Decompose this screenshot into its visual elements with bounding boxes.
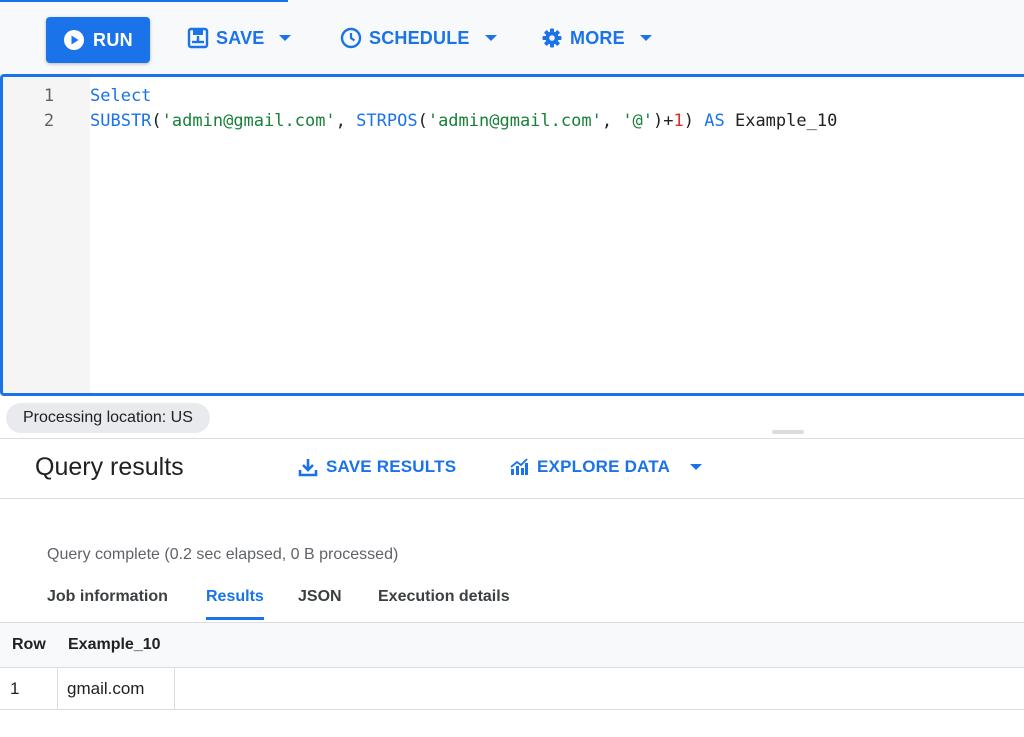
tab-json[interactable]: JSON (298, 588, 342, 606)
code-token-kw: SUBSTR (90, 111, 152, 131)
chevron-down-icon (484, 35, 497, 41)
code-token-plain: ( (417, 111, 428, 131)
query-status: Query complete (0.2 sec elapsed, 0 B pro… (47, 546, 399, 563)
code-line[interactable]: SUBSTR('admin@gmail.com', STRPOS('admin@… (90, 108, 837, 134)
column-separator (57, 668, 58, 709)
results-title: Query results (35, 453, 184, 481)
explore-chart-icon (509, 457, 529, 477)
code-line[interactable]: Select (90, 83, 151, 109)
line-number: 2 (43, 111, 55, 131)
code-token-plain: Example_10 (724, 111, 838, 131)
more-button[interactable]: MORE (541, 22, 652, 54)
save-label: SAVE (216, 27, 265, 48)
resize-handle[interactable] (772, 430, 804, 434)
tab-execution-details[interactable]: Execution details (378, 588, 510, 606)
table-cell-example-10[interactable]: gmail.com (67, 679, 144, 699)
divider (0, 438, 1024, 439)
schedule-label: SCHEDULE (369, 27, 470, 48)
code-token-kw: STRPOS (356, 111, 418, 131)
chevron-down-icon (279, 35, 292, 41)
code-token-str: 'admin@gmail.com' (427, 111, 602, 131)
more-label: MORE (570, 27, 625, 48)
column-header-example-10: Example_10 (68, 636, 161, 653)
code-token-plain: ( (151, 111, 162, 131)
code-token-str: 'admin@gmail.com' (161, 111, 336, 131)
column-separator (174, 668, 175, 709)
code-token-plain: , (601, 111, 623, 131)
explore-data-label: EXPLORE DATA (537, 457, 671, 476)
divider (0, 498, 1024, 499)
column-header-row: Row (12, 636, 46, 653)
query-toolbar: RUN SAVE SCHEDULE MORE (0, 0, 1024, 76)
save-button[interactable]: SAVE (187, 22, 292, 54)
tab-results[interactable]: Results (206, 588, 264, 606)
table-cell-row-number: 1 (10, 679, 20, 698)
gear-icon (541, 27, 563, 49)
code-token-num: 1 (673, 111, 684, 131)
explore-data-button[interactable]: EXPLORE DATA (509, 457, 703, 477)
schedule-button[interactable]: SCHEDULE (340, 22, 497, 54)
save-results-label: SAVE RESULTS (326, 457, 457, 476)
code-token-plain: ) (683, 111, 705, 131)
code-token-plain: )+ (653, 111, 674, 131)
code-token-kw: AS (704, 111, 725, 131)
processing-location-chip: Processing location: US (6, 403, 210, 433)
table-row-divider (0, 709, 1024, 710)
play-circle-icon (63, 29, 85, 51)
line-number: 1 (43, 86, 55, 106)
code-token-str: '@' (622, 111, 654, 131)
active-tab-indicator (0, 0, 288, 2)
run-button[interactable]: RUN (46, 17, 150, 63)
clock-icon (340, 27, 362, 49)
code-token-kw: Select (90, 86, 152, 106)
save-results-button[interactable]: SAVE RESULTS (298, 457, 456, 477)
run-label: RUN (93, 29, 133, 50)
tab-job-information[interactable]: Job information (47, 588, 168, 606)
sql-editor[interactable]: 1 Select 2 SUBSTR('admin@gmail.com', STRPOS… (0, 74, 1024, 396)
save-icon (187, 27, 209, 49)
chevron-down-icon (690, 464, 703, 470)
chevron-down-icon (639, 35, 652, 41)
code-token-plain: , (335, 111, 357, 131)
active-tab-underline (206, 617, 264, 620)
download-icon (298, 457, 318, 477)
